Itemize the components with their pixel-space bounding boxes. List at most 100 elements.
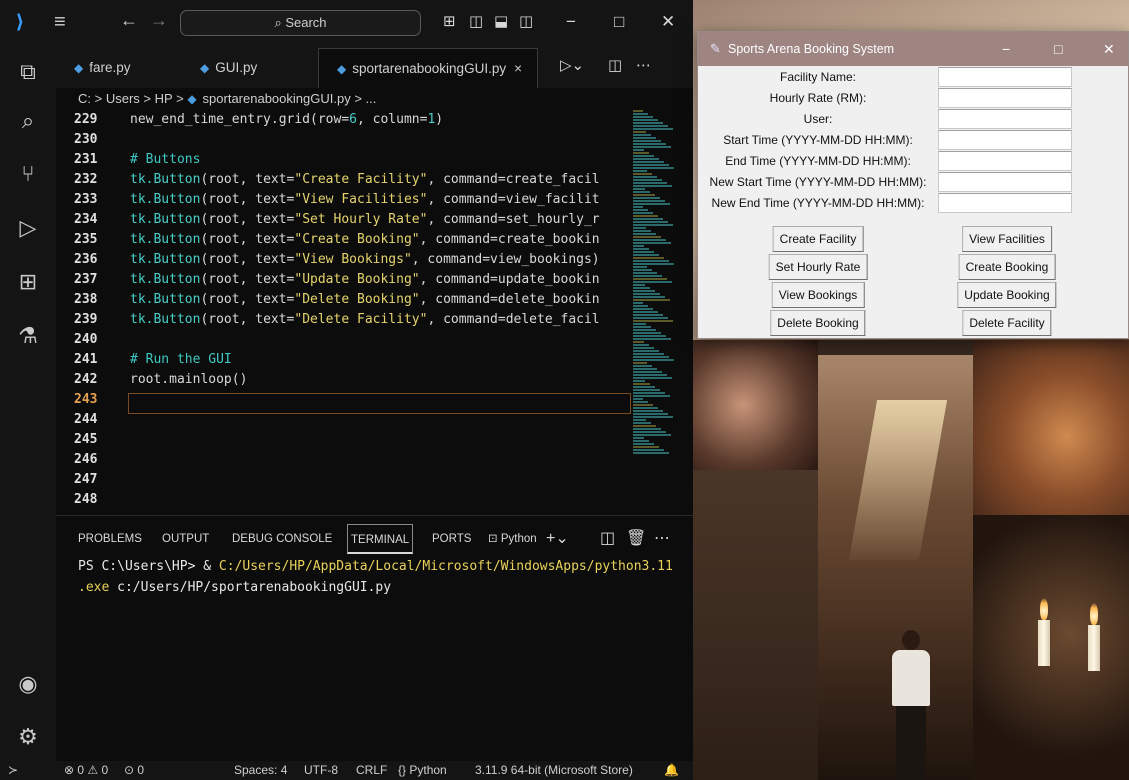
code-line[interactable]: 234 tk.Button(root, text="Set Hourly Rate… (56, 210, 631, 230)
settings-gear-icon[interactable]: ⚙ (12, 721, 44, 753)
code-line[interactable]: 243 (56, 390, 631, 410)
tk-maximize-icon[interactable]: □ (1054, 32, 1062, 66)
code-editor[interactable]: 229 new_end_time_entry.grid(row=6, column… (56, 110, 631, 515)
tk-field-entry[interactable] (938, 130, 1072, 150)
extensions-icon[interactable]: ⊞ (12, 266, 44, 298)
tk-button-set-hourly-rate[interactable]: Set Hourly Rate (768, 254, 868, 280)
tk-field-entry[interactable] (938, 172, 1072, 192)
split-editor-icon[interactable]: ◫ (608, 56, 622, 76)
minimap-line (633, 173, 652, 175)
maximize-icon[interactable]: □ (614, 10, 624, 34)
breadcrumb-hp[interactable]: HP (155, 91, 173, 106)
code-line[interactable]: 240 (56, 330, 631, 350)
minimap-line (633, 368, 657, 370)
code-line[interactable]: 231 # Buttons (56, 150, 631, 170)
code-line[interactable]: 235 tk.Button(root, text="Create Booking"… (56, 230, 631, 250)
tab-debug-console[interactable]: DEBUG CONSOLE (232, 524, 332, 554)
code-line[interactable]: 241 # Run the GUI (56, 350, 631, 370)
run-python-file-icon[interactable]: ▷⌄ (560, 56, 584, 76)
code-line[interactable]: 232 tk.Button(root, text="Create Facility… (56, 170, 631, 190)
back-arrow-icon[interactable]: ← (120, 10, 138, 31)
encoding-status[interactable]: UTF-8 (304, 761, 338, 780)
code-line[interactable]: 237 tk.Button(root, text="Update Booking"… (56, 270, 631, 290)
minimap[interactable] (631, 110, 679, 460)
tk-close-icon[interactable]: ✕ (1103, 32, 1115, 66)
tk-field-entry[interactable] (938, 193, 1072, 213)
code-line[interactable]: 246 (56, 450, 631, 470)
testing-icon[interactable]: ⚗ (12, 320, 44, 352)
interpreter-status[interactable]: 3.11.9 64-bit (Microsoft Store) (475, 761, 633, 780)
minimap-line (633, 449, 664, 451)
explorer-icon[interactable]: ⧉ (12, 56, 44, 88)
code-line[interactable]: 239 tk.Button(root, text="Delete Facility… (56, 310, 631, 330)
tk-field-entry[interactable] (938, 88, 1072, 108)
language-status[interactable]: {} Python (398, 761, 447, 780)
code-line[interactable]: 238 tk.Button(root, text="Delete Booking"… (56, 290, 631, 310)
tab-gui-py[interactable]: ◆ GUI.py (182, 48, 292, 88)
account-icon[interactable]: ◉ (12, 668, 44, 700)
close-icon[interactable]: ✕ (661, 10, 675, 34)
remote-icon[interactable]: ≻ (8, 761, 18, 780)
tk-field-entry[interactable] (938, 67, 1072, 87)
minimap-line (633, 125, 668, 127)
more-actions-icon[interactable]: ⋯ (636, 56, 651, 76)
code-line[interactable]: 242 root.mainloop() (56, 370, 631, 390)
layout-customize-icon[interactable]: ⊞ (443, 12, 456, 32)
notifications-bell-icon[interactable]: 🔔 (664, 761, 679, 780)
tab-problems[interactable]: PROBLEMS (78, 524, 142, 554)
split-terminal-icon[interactable]: ◫ (600, 526, 615, 552)
tab-ports[interactable]: PORTS (432, 524, 471, 554)
code-line[interactable]: 233 tk.Button(root, text="View Facilities… (56, 190, 631, 210)
tab-output[interactable]: OUTPUT (162, 524, 209, 554)
toggle-secondary-sidebar-icon[interactable]: ◫ (519, 12, 533, 32)
forward-arrow-icon[interactable]: → (150, 10, 168, 31)
source-control-icon[interactable]: ⑂ (12, 158, 44, 190)
minimize-icon[interactable]: − (566, 10, 576, 34)
code-line[interactable]: 245 (56, 430, 631, 450)
terminal-profile[interactable]: ⊡ Python (488, 524, 537, 554)
problems-count[interactable]: ⊗ 0 ⚠ 0 (64, 761, 108, 780)
tk-button-view-facilities[interactable]: View Facilities (962, 226, 1052, 252)
toggle-sidebar-icon[interactable]: ◫ (469, 12, 483, 32)
tk-button-create-facility[interactable]: Create Facility (772, 226, 864, 252)
code-line[interactable]: 230 (56, 130, 631, 150)
tab-sportarenabookinggui-py[interactable]: ◆ sportarenabookingGUI.py × (318, 48, 538, 88)
toggle-panel-icon[interactable]: ⬓ (494, 12, 508, 32)
more-actions-icon[interactable]: ⋯ (654, 526, 670, 552)
terminal-output[interactable]: PS C:\Users\HP> & C:/Users/HP/AppData/Lo… (78, 556, 688, 598)
menu-hamburger-icon[interactable]: ≡ (54, 10, 66, 34)
code-line[interactable]: 236 tk.Button(root, text="View Bookings",… (56, 250, 631, 270)
tab-close-icon[interactable]: × (514, 61, 522, 76)
tk-button-create-booking[interactable]: Create Booking (958, 254, 1056, 280)
editor-scrollbar[interactable] (682, 110, 693, 515)
minimap-line (633, 281, 672, 283)
code-token: (root, text= (200, 212, 295, 227)
code-line[interactable]: 248 (56, 490, 631, 510)
tab-fare-py[interactable]: ◆ fare.py (56, 48, 174, 88)
breadcrumb-users[interactable]: Users (106, 91, 140, 106)
tk-button-update-booking[interactable]: Update Booking (957, 282, 1057, 308)
breadcrumb-file[interactable]: sportarenabookingGUI.py (203, 91, 351, 106)
tk-field-entry[interactable] (938, 109, 1072, 129)
tk-field-entry[interactable] (938, 151, 1072, 171)
tk-button-delete-facility[interactable]: Delete Facility (962, 310, 1052, 336)
tk-button-view-bookings[interactable]: View Bookings (771, 282, 865, 308)
ports-status[interactable]: ⊙ 0 (124, 761, 144, 780)
search-sidebar-icon[interactable]: ⌕ (12, 105, 44, 137)
tab-terminal[interactable]: TERMINAL (347, 524, 414, 554)
breadcrumb-drive[interactable]: C: (78, 91, 91, 106)
tk-minimize-icon[interactable]: − (1002, 32, 1010, 66)
new-terminal-icon[interactable]: +⌄ (546, 526, 569, 552)
indent-status[interactable]: Spaces: 4 (234, 761, 287, 780)
trash-icon[interactable]: 🗑 (626, 526, 646, 552)
run-debug-icon[interactable]: ▷ (12, 212, 44, 244)
code-line[interactable]: 247 (56, 470, 631, 490)
eol-status[interactable]: CRLF (356, 761, 387, 780)
minimap-line (633, 383, 650, 385)
command-search-box[interactable]: ⌕ Search (180, 10, 421, 36)
breadcrumb-symbol[interactable]: ... (366, 91, 377, 106)
minimap-line (633, 194, 655, 196)
code-line[interactable]: 244 (56, 410, 631, 430)
code-line[interactable]: 229 new_end_time_entry.grid(row=6, column… (56, 110, 631, 130)
tk-button-delete-booking[interactable]: Delete Booking (770, 310, 866, 336)
